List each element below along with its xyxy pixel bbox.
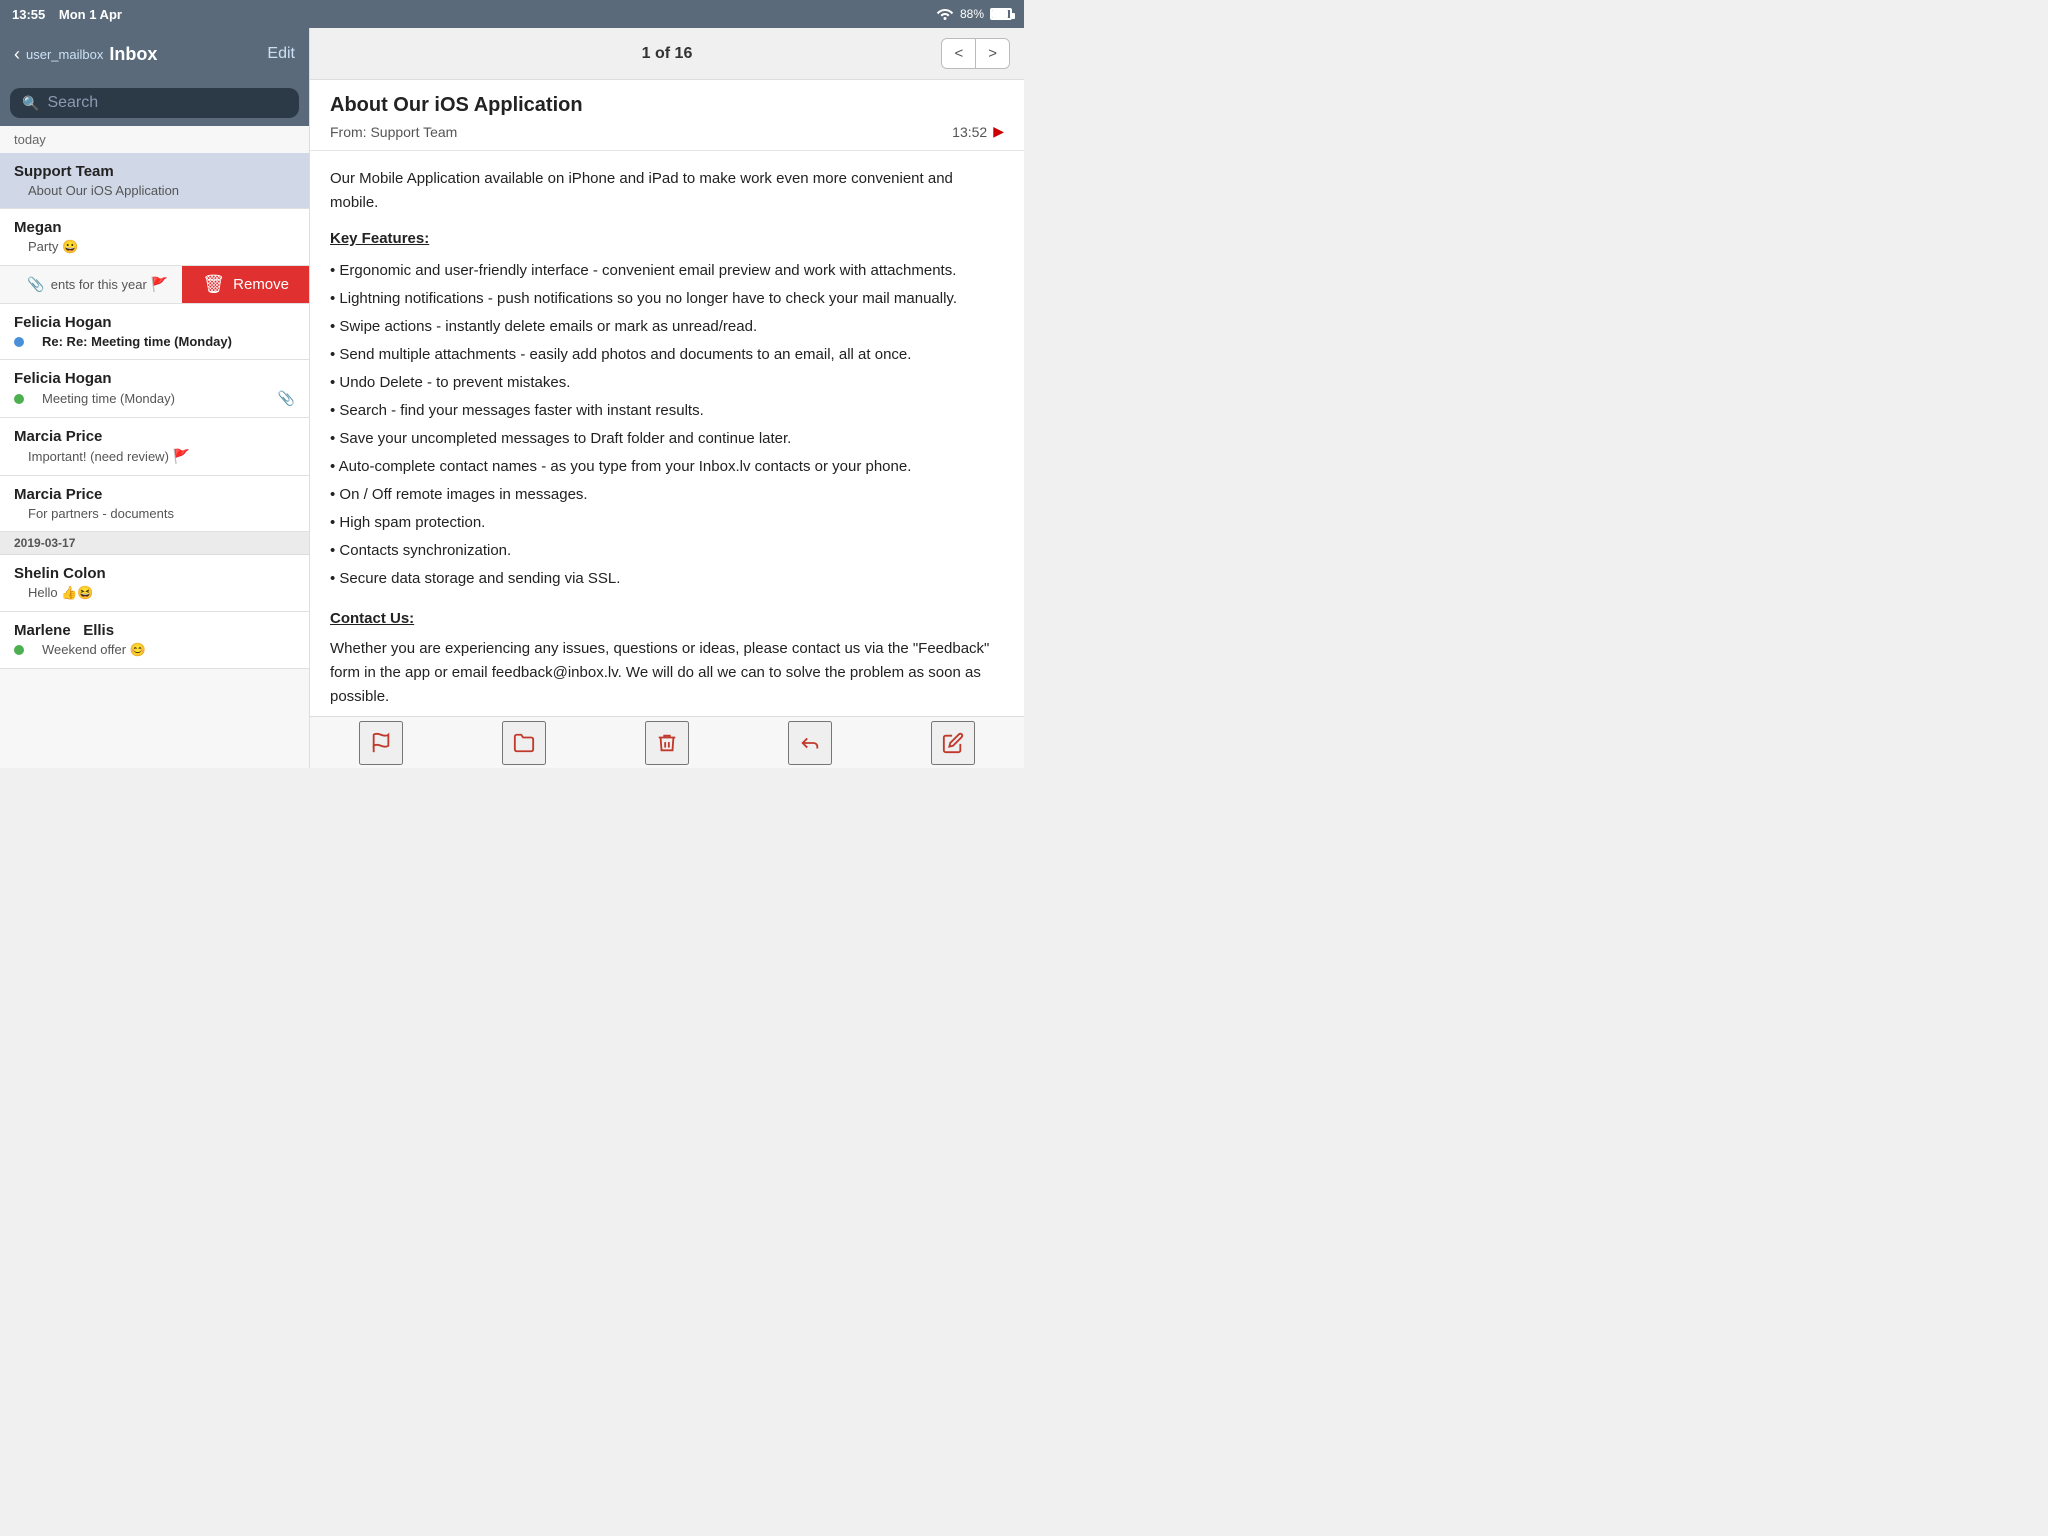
status-bar: 13:55 Mon 1 Apr 88% [0,0,1024,28]
status-time: 13:55 Mon 1 Apr [12,7,122,22]
date-separator: 2019-03-17 [0,532,309,555]
left-header-left: ‹ user_mailbox Inbox [14,44,157,65]
list-item[interactable]: Shelin Colon Hello 👍😆 [0,555,309,612]
right-header: 1 of 16 < > [310,28,1024,80]
mail-sender: Marcia Price [14,486,295,503]
mailbox-name[interactable]: user_mailbox [26,47,103,62]
email-from: From: Support Team [330,124,457,140]
feature-item: • Auto-complete contact names - as you t… [330,455,1004,479]
search-placeholder: Search [47,94,98,112]
list-item[interactable]: Megan Party 😀 [0,209,309,266]
play-icon: ▶ [993,123,1004,140]
flag-button[interactable] [359,721,403,765]
reply-button[interactable] [788,721,832,765]
mail-subject: Meeting time (Monday) [28,391,175,406]
nav-buttons: < > [941,38,1010,69]
mail-sender: Shelin Colon [14,565,295,582]
contact-text: Whether you are experiencing any issues,… [330,637,1004,709]
feature-item: • Contacts synchronization. [330,539,1004,563]
mail-sender: Felicia Hogan [14,370,295,387]
battery-percent: 88% [960,7,984,21]
read-dot [14,394,24,404]
mail-subject: Party 😀 [14,239,78,255]
list-item[interactable]: Felicia Hogan Re: Re: Meeting time (Mond… [0,304,309,360]
wifi-icon [936,6,954,23]
feature-item: • Swipe actions - instantly delete email… [330,315,1004,339]
mail-sender: Marcia Price [14,428,295,445]
feature-item: • Search - find your messages faster wit… [330,399,1004,423]
prev-button[interactable]: < [942,39,976,68]
mail-subject: ents for this year [51,277,147,292]
mail-subject: Hello 👍😆 [14,585,94,601]
left-header: ‹ user_mailbox Inbox Edit [0,28,309,80]
status-indicators: 88% [936,6,1012,23]
list-item[interactable]: Support Team About Our iOS Application [0,153,309,209]
edit-button[interactable]: Edit [267,45,295,63]
folder-button[interactable] [502,721,546,765]
remove-label: Remove [233,276,289,293]
page-info: 1 of 16 [642,45,693,63]
main-container: ‹ user_mailbox Inbox Edit 🔍 Search today… [0,28,1024,768]
feature-item: • Undo Delete - to prevent mistakes. [330,371,1004,395]
feature-item: • Send multiple attachments - easily add… [330,343,1004,367]
mail-subject: Important! (need review) [14,449,169,464]
feature-item: • Lightning notifications - push notific… [330,287,1004,311]
email-intro: Our Mobile Application available on iPho… [330,167,1004,215]
mail-sender: Felicia Hogan [14,314,295,331]
feature-item: • Save your uncompleted messages to Draf… [330,427,1004,451]
page-navigation: 1 of 16 [642,45,693,63]
feature-item: • Ergonomic and user-friendly interface … [330,259,1004,283]
flag-indicator: 🚩 [151,276,168,293]
compose-button[interactable] [931,721,975,765]
back-button[interactable]: ‹ [14,44,20,65]
mail-list: today Support Team About Our iOS Applica… [0,126,309,768]
read-dot [14,645,24,655]
key-features-heading: Key Features: [330,227,1004,251]
features-list: • Ergonomic and user-friendly interface … [330,259,1004,591]
remove-button[interactable]: 🗑 Remove [182,266,309,303]
unread-dot [14,337,24,347]
email-title-bar: About Our iOS Application From: Support … [310,80,1024,151]
trash-button[interactable] [645,721,689,765]
feature-item: • High spam protection. [330,511,1004,535]
search-icon: 🔍 [22,95,39,112]
right-panel: 1 of 16 < > About Our iOS Application Fr… [310,28,1024,768]
swipe-row: 📎 ents for this year 🚩 🗑 Remove [0,266,309,304]
email-time: 13:52 ▶ [952,123,1004,140]
swipe-mail-content[interactable]: 📎 ents for this year 🚩 [0,266,182,303]
section-today: today [0,126,309,153]
list-item[interactable]: Felicia Hogan Meeting time (Monday) 📎 [0,360,309,418]
mail-sender: Marlene Ellis [14,622,295,639]
list-item[interactable]: Marcia Price For partners - documents [0,476,309,532]
mail-subject: About Our iOS Application [14,183,179,198]
battery-icon [990,8,1012,20]
mail-subject: For partners - documents [14,506,174,521]
attachment-icon: 📎 [27,276,44,293]
feature-item: • Secure data storage and sending via SS… [330,567,1004,591]
trash-icon: 🗑 [202,274,225,295]
email-content: About Our iOS Application From: Support … [310,80,1024,716]
list-item[interactable]: Marlene Ellis Weekend offer 😊 [0,612,309,669]
search-box[interactable]: 🔍 Search [10,88,299,118]
email-body: Our Mobile Application available on iPho… [310,151,1024,716]
mail-sender: Megan [14,219,295,236]
search-container: 🔍 Search [0,80,309,126]
feature-item: • On / Off remote images in messages. [330,483,1004,507]
flag-indicator: 🚩 [173,448,190,465]
left-panel: ‹ user_mailbox Inbox Edit 🔍 Search today… [0,28,310,768]
attachment-icon: 📎 [278,390,295,407]
mail-subject: Re: Re: Meeting time (Monday) [28,334,232,349]
email-subject: About Our iOS Application [330,94,1004,117]
contact-heading: Contact Us: [330,607,1004,631]
bottom-toolbar [310,716,1024,768]
next-button[interactable]: > [976,39,1009,68]
inbox-title: Inbox [109,44,157,65]
list-item[interactable]: Marcia Price Important! (need review) 🚩 [0,418,309,476]
mail-subject: Weekend offer 😊 [28,642,146,658]
email-meta: From: Support Team 13:52 ▶ [330,123,1004,140]
mail-sender: Support Team [14,163,295,180]
